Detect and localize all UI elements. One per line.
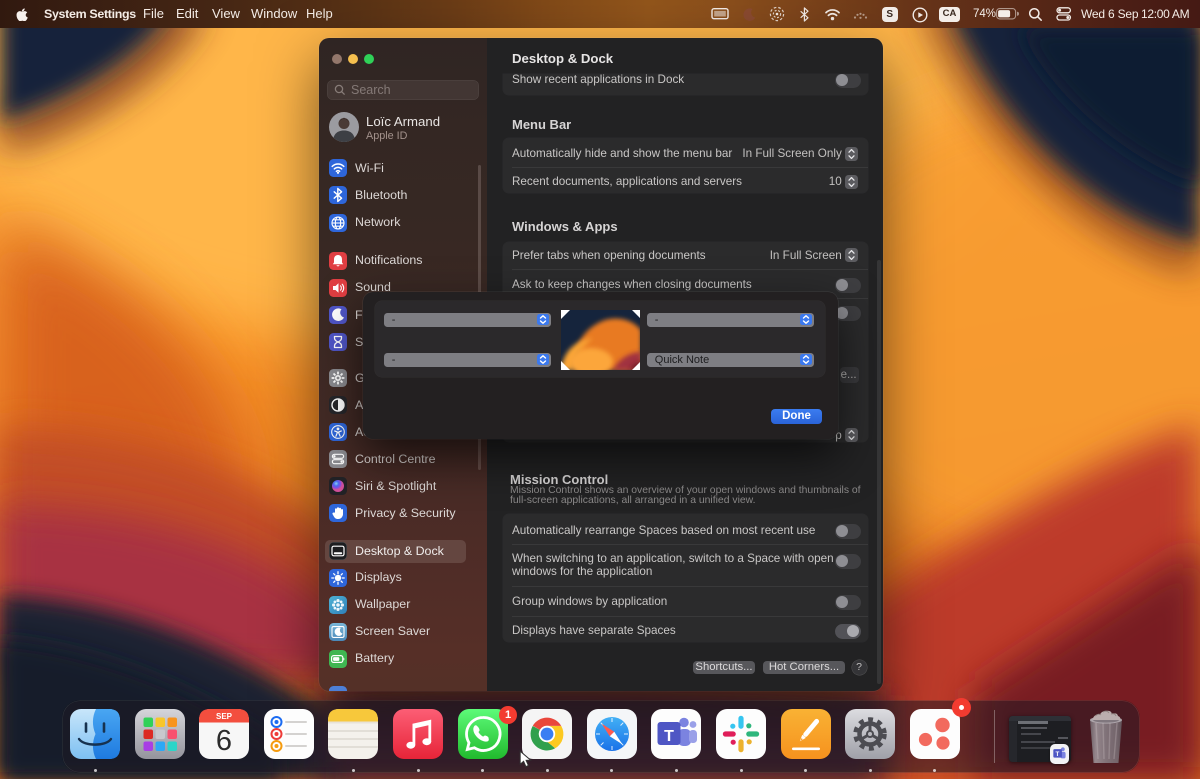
svg-text:SEP: SEP [216,712,233,721]
svg-text:6: 6 [216,725,232,757]
svg-text:T: T [665,728,675,745]
svg-text:T: T [1055,751,1059,758]
